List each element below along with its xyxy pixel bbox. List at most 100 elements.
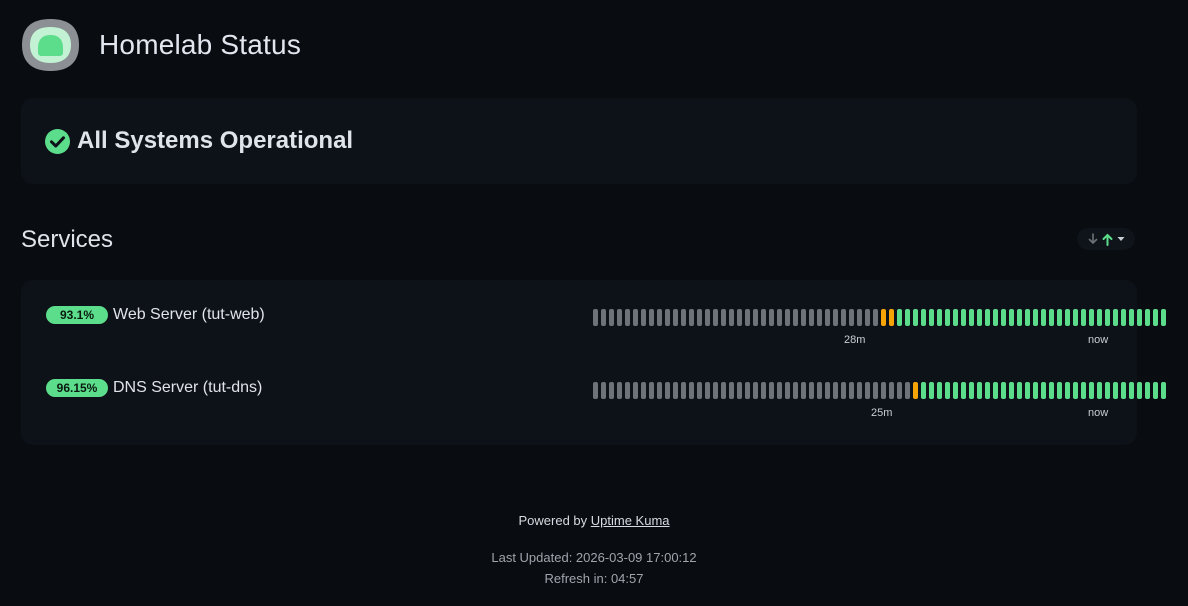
arrow-up-icon[interactable] bbox=[1102, 233, 1113, 246]
heartbeat-down[interactable] bbox=[681, 382, 686, 399]
heartbeat-down[interactable] bbox=[625, 309, 630, 326]
heartbeat-up[interactable] bbox=[1049, 309, 1054, 326]
heartbeat-down[interactable] bbox=[721, 382, 726, 399]
heartbeat-down[interactable] bbox=[697, 309, 702, 326]
heartbeat-up[interactable] bbox=[969, 382, 974, 399]
heartbeat-down[interactable] bbox=[825, 309, 830, 326]
heartbeat-down[interactable] bbox=[633, 309, 638, 326]
heartbeat-up[interactable] bbox=[1073, 382, 1078, 399]
heartbeat-down[interactable] bbox=[777, 382, 782, 399]
heartbeat-up[interactable] bbox=[1041, 382, 1046, 399]
heartbeat-down[interactable] bbox=[849, 382, 854, 399]
heartbeat-up[interactable] bbox=[969, 309, 974, 326]
heartbeat-down[interactable] bbox=[633, 382, 638, 399]
heartbeat-up[interactable] bbox=[1121, 382, 1126, 399]
heartbeat-down[interactable] bbox=[833, 309, 838, 326]
heartbeat-down[interactable] bbox=[873, 309, 878, 326]
heartbeat-up[interactable] bbox=[953, 382, 958, 399]
heartbeat-down[interactable] bbox=[897, 382, 902, 399]
arrow-down-icon[interactable] bbox=[1088, 233, 1098, 245]
heartbeat-down[interactable] bbox=[689, 382, 694, 399]
service-name[interactable]: DNS Server (tut-dns) bbox=[113, 379, 262, 397]
heartbeat-down[interactable] bbox=[841, 382, 846, 399]
heartbeat-down[interactable] bbox=[593, 382, 598, 399]
heartbeat-down[interactable] bbox=[761, 309, 766, 326]
heartbeat-down[interactable] bbox=[665, 309, 670, 326]
heartbeat-down[interactable] bbox=[865, 382, 870, 399]
heartbeat-up[interactable] bbox=[1009, 309, 1014, 326]
heartbeat-up[interactable] bbox=[1065, 309, 1070, 326]
heartbeat-pending[interactable] bbox=[889, 309, 894, 326]
heartbeat-down[interactable] bbox=[809, 309, 814, 326]
heartbeat-up[interactable] bbox=[929, 382, 934, 399]
heartbeat-up[interactable] bbox=[1025, 309, 1030, 326]
heartbeat-down[interactable] bbox=[689, 309, 694, 326]
heartbeat-pending[interactable] bbox=[881, 309, 886, 326]
heartbeat-down[interactable] bbox=[681, 309, 686, 326]
heartbeat-down[interactable] bbox=[673, 382, 678, 399]
heartbeat-up[interactable] bbox=[1073, 309, 1078, 326]
heartbeat-up[interactable] bbox=[921, 309, 926, 326]
heartbeat-down[interactable] bbox=[793, 382, 798, 399]
heartbeat-down[interactable] bbox=[601, 382, 606, 399]
heartbeat-down[interactable] bbox=[649, 382, 654, 399]
heartbeat-down[interactable] bbox=[769, 309, 774, 326]
heartbeat-up[interactable] bbox=[1137, 382, 1142, 399]
heartbeat-up[interactable] bbox=[1153, 382, 1158, 399]
heartbeat-up[interactable] bbox=[937, 382, 942, 399]
heartbeat-down[interactable] bbox=[609, 382, 614, 399]
heartbeat-up[interactable] bbox=[1081, 382, 1086, 399]
heartbeat-down[interactable] bbox=[873, 382, 878, 399]
heartbeat-up[interactable] bbox=[961, 382, 966, 399]
heartbeat-up[interactable] bbox=[1017, 382, 1022, 399]
heartbeat-up[interactable] bbox=[1017, 309, 1022, 326]
heartbeat-up[interactable] bbox=[1081, 309, 1086, 326]
caret-down-icon[interactable] bbox=[1117, 236, 1125, 242]
heartbeat-up[interactable] bbox=[913, 309, 918, 326]
heartbeat-up[interactable] bbox=[1001, 309, 1006, 326]
heartbeat-up[interactable] bbox=[1025, 382, 1030, 399]
heartbeat-up[interactable] bbox=[945, 309, 950, 326]
heartbeat-up[interactable] bbox=[1105, 309, 1110, 326]
heartbeat-up[interactable] bbox=[1145, 382, 1150, 399]
heartbeat-down[interactable] bbox=[721, 309, 726, 326]
heartbeat-up[interactable] bbox=[1097, 382, 1102, 399]
heartbeat-up[interactable] bbox=[993, 309, 998, 326]
heartbeat-up[interactable] bbox=[1153, 309, 1158, 326]
heartbeat-down[interactable] bbox=[593, 309, 598, 326]
heartbeat-down[interactable] bbox=[801, 309, 806, 326]
heartbeat-up[interactable] bbox=[1001, 382, 1006, 399]
heartbeat-up[interactable] bbox=[1105, 382, 1110, 399]
heartbeat-down[interactable] bbox=[729, 309, 734, 326]
heartbeat-up[interactable] bbox=[921, 382, 926, 399]
heartbeat-down[interactable] bbox=[601, 309, 606, 326]
heartbeat-down[interactable] bbox=[737, 382, 742, 399]
heartbeat-up[interactable] bbox=[977, 309, 982, 326]
heartbeat-up[interactable] bbox=[1065, 382, 1070, 399]
heartbeat-down[interactable] bbox=[841, 309, 846, 326]
heartbeat-up[interactable] bbox=[1129, 382, 1134, 399]
heartbeat-down[interactable] bbox=[617, 309, 622, 326]
heartbeat-down[interactable] bbox=[753, 382, 758, 399]
heartbeat-up[interactable] bbox=[945, 382, 950, 399]
heartbeat-up[interactable] bbox=[993, 382, 998, 399]
heartbeat-up[interactable] bbox=[1049, 382, 1054, 399]
heartbeat-up[interactable] bbox=[1033, 309, 1038, 326]
service-row[interactable]: 96.15% DNS Server (tut-dns) 25m now bbox=[21, 377, 1166, 427]
heartbeat-up[interactable] bbox=[1041, 309, 1046, 326]
heartbeat-up[interactable] bbox=[1009, 382, 1014, 399]
heartbeat-up[interactable] bbox=[1057, 382, 1062, 399]
heartbeat-down[interactable] bbox=[905, 382, 910, 399]
heartbeat-down[interactable] bbox=[705, 382, 710, 399]
heartbeat-up[interactable] bbox=[985, 309, 990, 326]
heartbeat-up[interactable] bbox=[1113, 382, 1118, 399]
heartbeat-down[interactable] bbox=[785, 309, 790, 326]
heartbeat-down[interactable] bbox=[625, 382, 630, 399]
heartbeat-down[interactable] bbox=[641, 309, 646, 326]
heartbeat-up[interactable] bbox=[937, 309, 942, 326]
heartbeat-down[interactable] bbox=[817, 309, 822, 326]
heartbeat-up[interactable] bbox=[1145, 309, 1150, 326]
heartbeat-up[interactable] bbox=[961, 309, 966, 326]
heartbeat-down[interactable] bbox=[737, 309, 742, 326]
heartbeat-down[interactable] bbox=[881, 382, 886, 399]
